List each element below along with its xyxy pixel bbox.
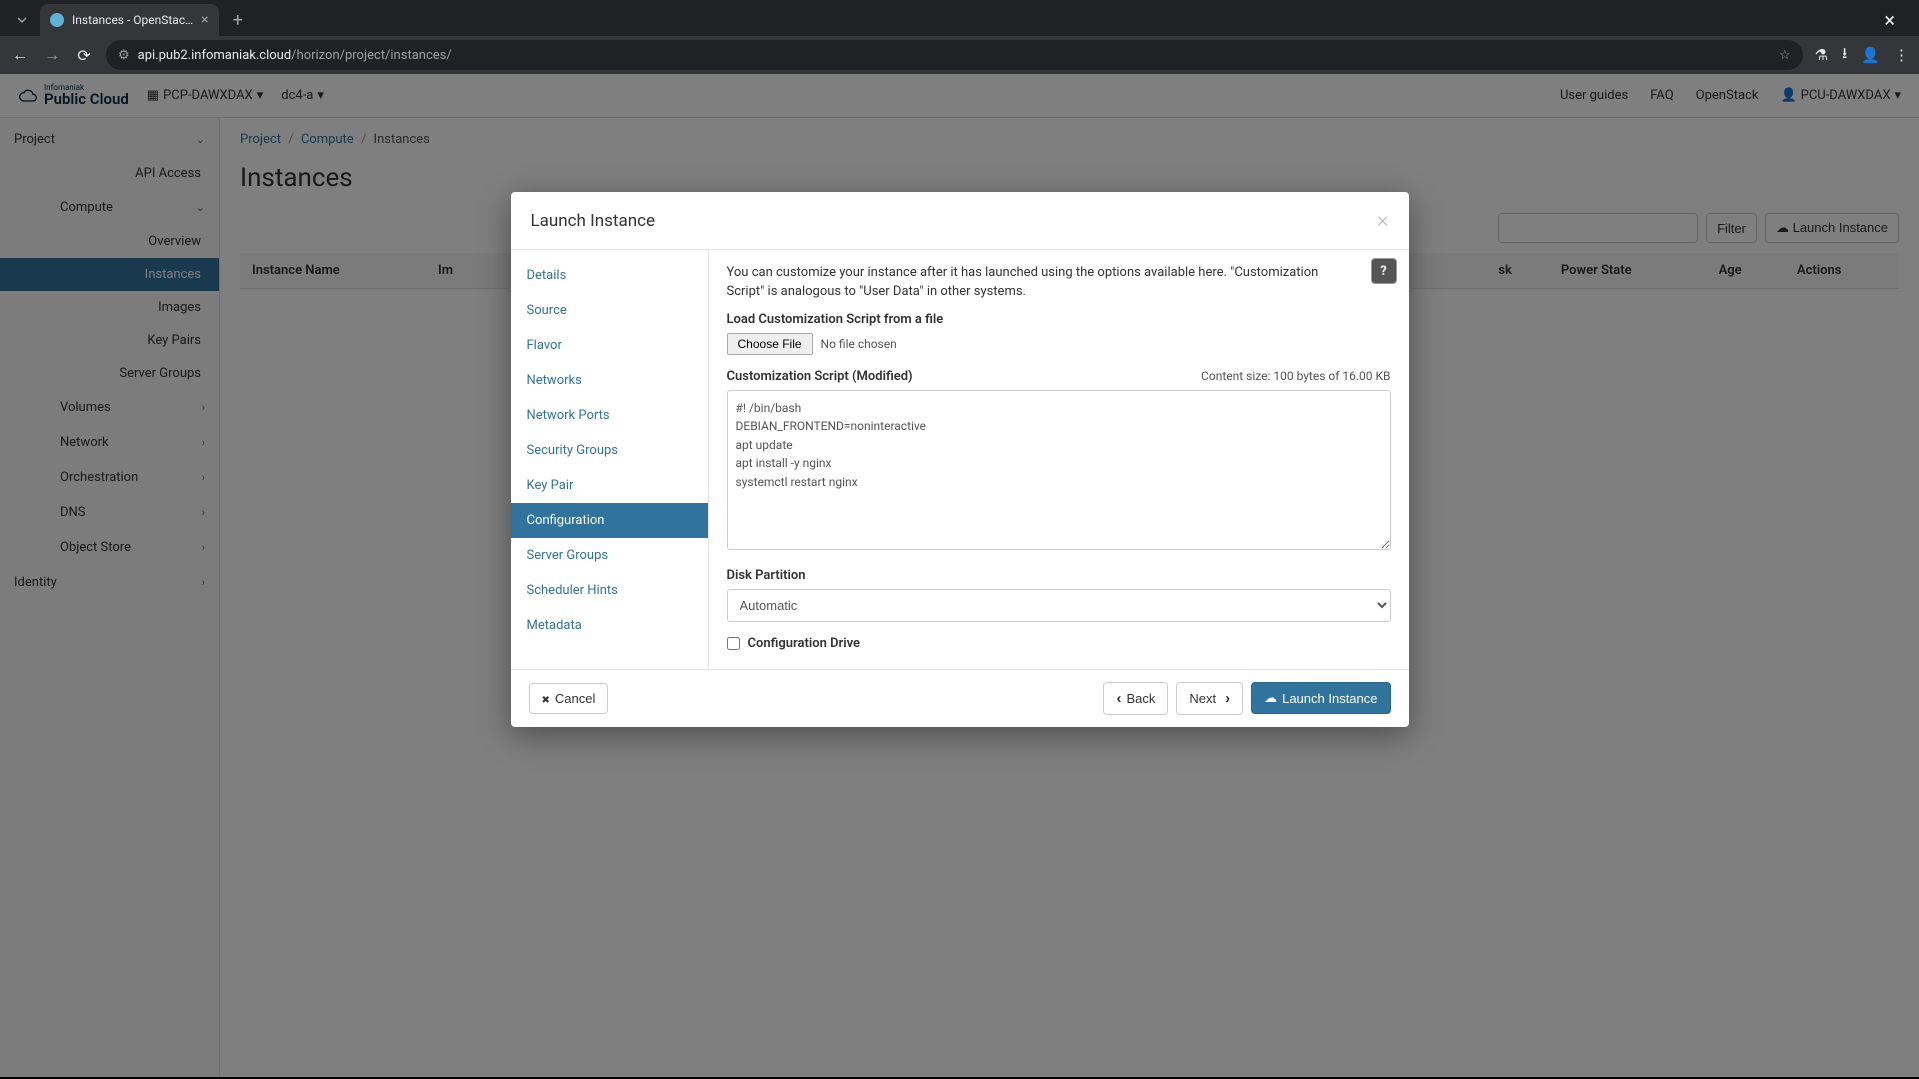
- window-close-button[interactable]: ×: [1868, 8, 1911, 32]
- content-size: Content size: 100 bytes of 16.00 KB: [1201, 369, 1390, 383]
- file-input-row: Choose File No file chosen: [727, 333, 1391, 355]
- cancel-button[interactable]: Cancel: [529, 683, 609, 714]
- profile-icon[interactable]: 👤: [1861, 46, 1880, 64]
- customization-script-textarea[interactable]: [727, 390, 1391, 550]
- tab-title: Instances - OpenStac…: [72, 13, 193, 27]
- step-details[interactable]: Details: [511, 258, 708, 293]
- step-key-pair[interactable]: Key Pair: [511, 468, 708, 503]
- config-drive-checkbox[interactable]: [727, 637, 740, 650]
- file-status: No file chosen: [821, 337, 897, 351]
- help-button[interactable]: ?: [1371, 258, 1397, 284]
- tab-strip: Instances - OpenStac… × + ×: [0, 0, 1919, 36]
- tab-search-button[interactable]: [8, 6, 36, 34]
- chevron-down-icon: [15, 13, 29, 27]
- launch-button[interactable]: Launch Instance: [1251, 682, 1390, 714]
- back-button[interactable]: ←: [10, 45, 30, 65]
- bookmark-star-icon[interactable]: ☆: [1779, 48, 1791, 63]
- tab-close-icon[interactable]: ×: [201, 12, 208, 28]
- disk-partition-select[interactable]: Automatic: [727, 589, 1391, 622]
- load-script-label: Load Customization Script from a file: [727, 312, 1391, 327]
- forward-button[interactable]: →: [42, 45, 62, 65]
- tab-favicon: [50, 13, 64, 27]
- script-label: Customization Script (Modified): [727, 369, 913, 384]
- browser-tab[interactable]: Instances - OpenStac… ×: [40, 4, 219, 36]
- chevron-left-icon: [1116, 690, 1121, 707]
- cloud-upload-icon: [1264, 690, 1277, 706]
- step-configuration[interactable]: Configuration: [511, 503, 708, 538]
- modal-body: Details Source Flavor Networks Network P…: [511, 250, 1409, 669]
- browser-chrome: Instances - OpenStac… × + × ← → ⟳ ⚙ api.…: [0, 0, 1919, 74]
- modal-close-icon[interactable]: ×: [1377, 208, 1389, 233]
- step-flavor[interactable]: Flavor: [511, 328, 708, 363]
- step-metadata[interactable]: Metadata: [511, 608, 708, 643]
- modal-header: Launch Instance ×: [511, 192, 1409, 250]
- modal-footer: Cancel Back Next Launch Instance: [511, 669, 1409, 727]
- labs-icon[interactable]: ⚗: [1815, 46, 1828, 64]
- step-network-ports[interactable]: Network Ports: [511, 398, 708, 433]
- site-settings-icon[interactable]: ⚙: [118, 48, 130, 63]
- wizard-nav: Details Source Flavor Networks Network P…: [511, 250, 709, 669]
- new-tab-button[interactable]: +: [223, 10, 253, 31]
- toolbar-right: ⚗ ⭳ 👤 ⋮: [1815, 43, 1909, 68]
- choose-file-button[interactable]: Choose File: [727, 333, 813, 355]
- address-bar[interactable]: ⚙ api.pub2.infomaniak.cloud/horizon/proj…: [106, 40, 1803, 70]
- step-description: You can customize your instance after it…: [727, 264, 1391, 302]
- browser-toolbar: ← → ⟳ ⚙ api.pub2.infomaniak.cloud/horizo…: [0, 36, 1919, 74]
- url-text: api.pub2.infomaniak.cloud/horizon/projec…: [138, 48, 452, 63]
- next-button[interactable]: Next: [1176, 682, 1243, 715]
- step-scheduler-hints[interactable]: Scheduler Hints: [511, 573, 708, 608]
- disk-partition-label: Disk Partition: [727, 568, 1391, 583]
- script-header: Customization Script (Modified) Content …: [727, 369, 1391, 384]
- config-drive-row[interactable]: Configuration Drive: [727, 636, 1391, 651]
- step-server-groups[interactable]: Server Groups: [511, 538, 708, 573]
- close-icon: [542, 691, 550, 706]
- menu-icon[interactable]: ⋮: [1894, 46, 1909, 64]
- downloads-icon[interactable]: ⭳: [1842, 43, 1847, 68]
- config-drive-label: Configuration Drive: [748, 636, 861, 651]
- wizard-content: ? You can customize your instance after …: [709, 250, 1409, 669]
- reload-button[interactable]: ⟳: [74, 46, 94, 65]
- step-source[interactable]: Source: [511, 293, 708, 328]
- modal-title: Launch Instance: [531, 211, 656, 231]
- app-container: Infomaniak Public Cloud ▦ PCP-DAWXDAX ▾ …: [0, 74, 1919, 1077]
- step-networks[interactable]: Networks: [511, 363, 708, 398]
- step-security-groups[interactable]: Security Groups: [511, 433, 708, 468]
- back-button[interactable]: Back: [1103, 682, 1168, 715]
- launch-instance-modal: Launch Instance × Details Source Flavor …: [511, 192, 1409, 727]
